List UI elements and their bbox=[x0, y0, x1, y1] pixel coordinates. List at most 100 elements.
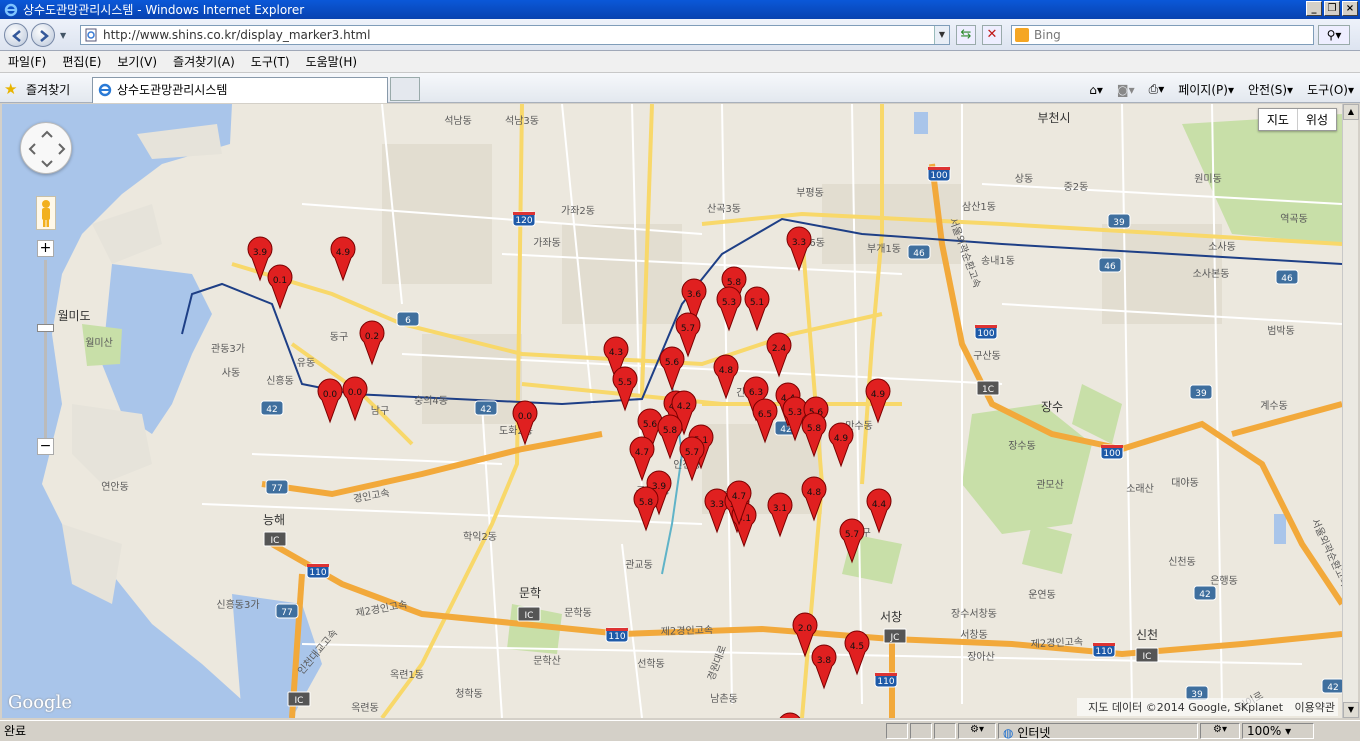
add-ons-icon[interactable]: ⚙▾ bbox=[1200, 722, 1240, 739]
search-input[interactable]: Bing bbox=[1011, 25, 1314, 45]
address-dropdown-icon[interactable]: ▼ bbox=[934, 26, 949, 44]
window-title: 상수도관망관리시스템 - Windows Internet Explorer bbox=[23, 3, 305, 17]
place-label: 신흥동 bbox=[266, 374, 294, 387]
refresh-button[interactable]: ⇆ bbox=[956, 25, 976, 45]
route-shield-label: 42 bbox=[1327, 683, 1338, 693]
history-dropdown-icon[interactable]: ▼ bbox=[60, 31, 66, 40]
star-icon: ★ bbox=[4, 80, 18, 98]
place-label: 신천동 bbox=[1168, 556, 1196, 568]
map-marker[interactable]: 5.8 bbox=[633, 486, 659, 532]
favorites-button[interactable]: 즐겨찾기 bbox=[26, 81, 70, 98]
marker-value: 4.9 bbox=[871, 390, 886, 400]
zoom-in-button[interactable]: + bbox=[37, 240, 54, 257]
map-marker[interactable]: 0.1 bbox=[267, 264, 293, 310]
route-shield-label: 39 bbox=[1195, 389, 1207, 399]
back-button[interactable] bbox=[4, 23, 28, 47]
place-label: 월미도 bbox=[57, 309, 90, 323]
terms-link[interactable]: 이용약관 bbox=[1295, 701, 1335, 714]
route-shield-icon: 110 bbox=[306, 563, 330, 579]
place-label: 서창동 bbox=[960, 629, 988, 641]
map-marker[interactable]: 4.5 bbox=[844, 630, 870, 676]
zoom-out-button[interactable]: − bbox=[37, 438, 54, 455]
address-bar[interactable]: http://www.shins.co.kr/display_marker3.h… bbox=[80, 25, 950, 45]
marker-value: 0.0 bbox=[323, 390, 338, 400]
restore-button[interactable]: ❐ bbox=[1324, 1, 1340, 16]
map-data-credit: 지도 데이터 ©2014 Google, SKplanet bbox=[1088, 701, 1284, 714]
map-marker[interactable]: 0.0 bbox=[317, 378, 343, 424]
ie-logo-icon bbox=[4, 3, 18, 16]
route-shield-label: 100 bbox=[977, 329, 994, 339]
street-view-pegman-icon[interactable] bbox=[36, 196, 56, 230]
pan-control[interactable] bbox=[20, 122, 72, 174]
print-icon[interactable]: ⎙▾ bbox=[1149, 82, 1165, 97]
map-marker[interactable]: 4.7 bbox=[629, 436, 655, 482]
marker-value: 0.0 bbox=[518, 412, 533, 422]
map-marker[interactable]: 4.4 bbox=[866, 488, 892, 534]
map-marker[interactable]: 5.5 bbox=[612, 366, 638, 412]
map-marker[interactable]: 4.9 bbox=[330, 236, 356, 282]
tools-menu[interactable]: 도구(O)▾ bbox=[1307, 81, 1354, 98]
safety-menu-label: 안전(S) bbox=[1247, 83, 1288, 97]
map-marker[interactable]: 0.0 bbox=[342, 376, 368, 422]
map-marker[interactable]: 5.1 bbox=[744, 286, 770, 332]
menu-file[interactable]: 파일(F) bbox=[8, 53, 46, 70]
map-marker[interactable]: 3.1 bbox=[767, 492, 793, 538]
route-shield-icon: 46 bbox=[1098, 257, 1122, 273]
page-icon bbox=[85, 28, 97, 42]
route-shield-label: 110 bbox=[877, 677, 894, 687]
place-label: 부평동 bbox=[796, 187, 824, 199]
menu-edit[interactable]: 편집(E) bbox=[62, 53, 101, 70]
map-marker[interactable]: 4.8 bbox=[713, 354, 739, 400]
route-shield-icon: 42 bbox=[1321, 678, 1342, 694]
new-tab-button[interactable] bbox=[390, 77, 420, 101]
safety-menu[interactable]: 안전(S)▾ bbox=[1248, 81, 1293, 98]
close-button[interactable]: × bbox=[1342, 1, 1358, 16]
place-label: 문학동 bbox=[564, 607, 592, 619]
map-marker[interactable]: 5.8 bbox=[657, 414, 683, 460]
route-shield-icon: 120 bbox=[512, 211, 536, 227]
scroll-up-arrow-icon[interactable]: ▲ bbox=[1343, 104, 1359, 120]
google-map[interactable]: 석남동석남3동가좌2동가좌동산곡3동부평동부평6동부개1동삼산1동상동중2동원미… bbox=[2, 104, 1342, 718]
stop-button[interactable]: ✕ bbox=[982, 25, 1002, 45]
vertical-scrollbar[interactable]: ▲ ▼ bbox=[1342, 104, 1359, 718]
map-marker[interactable]: 4.9 bbox=[828, 422, 854, 468]
zoom-track[interactable] bbox=[44, 260, 47, 438]
route-shield-icon: 77 bbox=[265, 479, 289, 495]
map-marker[interactable]: 0.2 bbox=[359, 320, 385, 366]
map-marker[interactable]: 3.4 bbox=[778, 712, 802, 718]
place-label: 대야동 bbox=[1171, 477, 1199, 489]
zoom-slider-thumb[interactable] bbox=[37, 324, 54, 332]
place-label: 장수동 bbox=[1008, 440, 1036, 452]
page-menu-label: 페이지(P) bbox=[1178, 83, 1228, 97]
route-shield-icon: 42 bbox=[260, 400, 284, 416]
forward-button[interactable] bbox=[31, 23, 55, 47]
scroll-down-arrow-icon[interactable]: ▼ bbox=[1343, 702, 1359, 718]
place-label: 신흥동3가 bbox=[216, 598, 259, 611]
map-type-map-button[interactable]: 지도 bbox=[1259, 109, 1297, 130]
feeds-icon[interactable]: ◙▾ bbox=[1117, 83, 1135, 97]
menu-favorites[interactable]: 즐겨찾기(A) bbox=[173, 53, 235, 70]
home-icon[interactable]: ⌂▾ bbox=[1089, 83, 1103, 97]
map-type-satellite-button[interactable]: 위성 bbox=[1296, 109, 1336, 130]
map-marker[interactable]: 5.3 bbox=[716, 286, 742, 332]
marker-value: 5.6 bbox=[665, 358, 680, 368]
tools-menu-label: 도구(O) bbox=[1307, 83, 1348, 97]
place-label: 석남3동 bbox=[505, 115, 539, 127]
route-shield-icon: 77 bbox=[275, 603, 299, 619]
menu-help[interactable]: 도움말(H) bbox=[306, 53, 358, 70]
place-label: 범박동 bbox=[1267, 325, 1295, 337]
map-marker[interactable]: 3.8 bbox=[811, 644, 837, 690]
protected-mode-icon[interactable]: ⚙▾ bbox=[958, 722, 996, 739]
route-shield-label: 46 bbox=[1281, 274, 1293, 284]
place-label: 운연동 bbox=[1028, 589, 1056, 601]
window-titlebar: 상수도관망관리시스템 - Windows Internet Explorer _… bbox=[0, 0, 1360, 19]
menu-view[interactable]: 보기(V) bbox=[117, 53, 157, 70]
menu-tools[interactable]: 도구(T) bbox=[251, 53, 290, 70]
search-button[interactable]: ⚲▾ bbox=[1318, 25, 1350, 45]
zoom-level[interactable]: 100% ▾ bbox=[1242, 722, 1314, 739]
map-marker[interactable]: 2.4 bbox=[766, 332, 792, 378]
place-label: 가좌2동 bbox=[561, 205, 595, 217]
browser-tab[interactable]: 상수도관망관리시스템 bbox=[92, 77, 388, 103]
page-menu[interactable]: 페이지(P)▾ bbox=[1178, 81, 1234, 98]
minimize-button[interactable]: _ bbox=[1306, 1, 1322, 16]
